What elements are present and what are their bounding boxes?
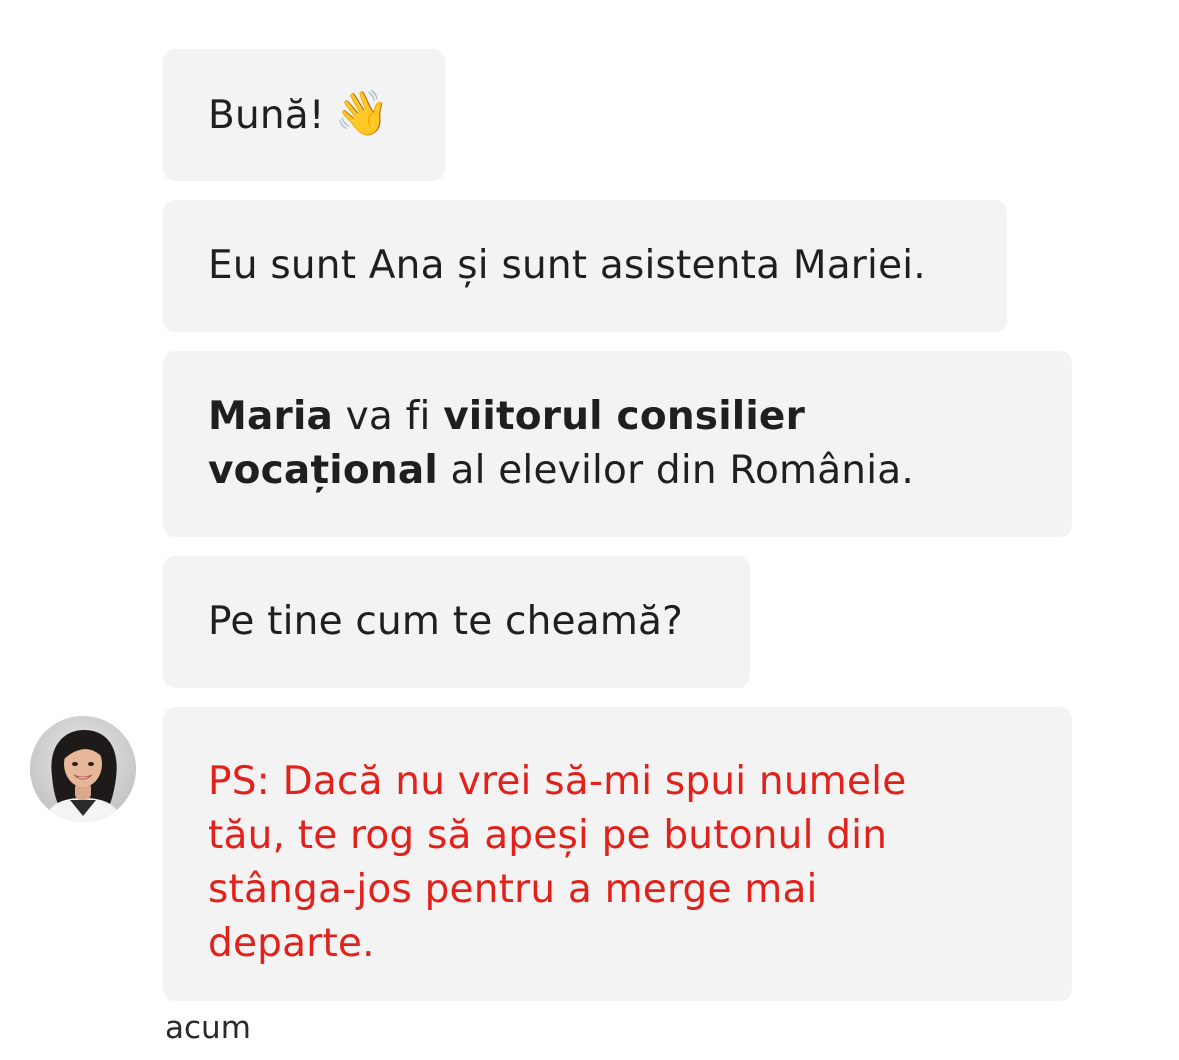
waving-hand-icon: 👋: [334, 88, 390, 139]
message-timestamp: acum: [165, 1010, 251, 1046]
message-text: Bună! 👋: [208, 87, 390, 143]
bold-role-cont: vocațional: [208, 448, 438, 493]
ps-line-3: stânga-jos pentru a merge mai: [208, 867, 818, 912]
chat-bubble-ps-note: PS: Dacă nu vrei să-mi spui numele tău, t…: [163, 707, 1072, 1001]
ps-line-4: departe.: [208, 921, 375, 966]
chat-bubble-greeting: Bună! 👋: [163, 49, 445, 181]
ps-line-2: tău, te rog să apeși pe butonul din: [208, 813, 888, 858]
chat-bubble-intro: Eu sunt Ana și sunt asistenta Mariei.: [163, 200, 1007, 332]
greeting-text: Bună!: [208, 93, 325, 138]
plain-text-end: al elevilor din România.: [437, 448, 914, 493]
message-text: Eu sunt Ana și sunt asistenta Mariei.: [208, 243, 926, 288]
avatar-portrait-icon: [30, 716, 136, 822]
message-text: PS: Dacă nu vrei să-mi spui numele tău, t…: [208, 755, 906, 971]
assistant-avatar: [30, 716, 136, 822]
chat-bubble-maria-info: Maria va fi viitorul consilier vocațional…: [163, 351, 1072, 537]
ps-line-1: PS: Dacă nu vrei să-mi spui numele: [208, 759, 907, 804]
bold-role: viitorul consilier: [443, 394, 806, 439]
plain-text: va fi: [333, 394, 444, 439]
chat-bubble-question: Pe tine cum te cheamă?: [163, 556, 750, 688]
message-text: Pe tine cum te cheamă?: [208, 599, 684, 644]
bold-name: Maria: [208, 394, 334, 439]
message-text: Maria va fi viitorul consilier vocațional…: [208, 390, 914, 498]
